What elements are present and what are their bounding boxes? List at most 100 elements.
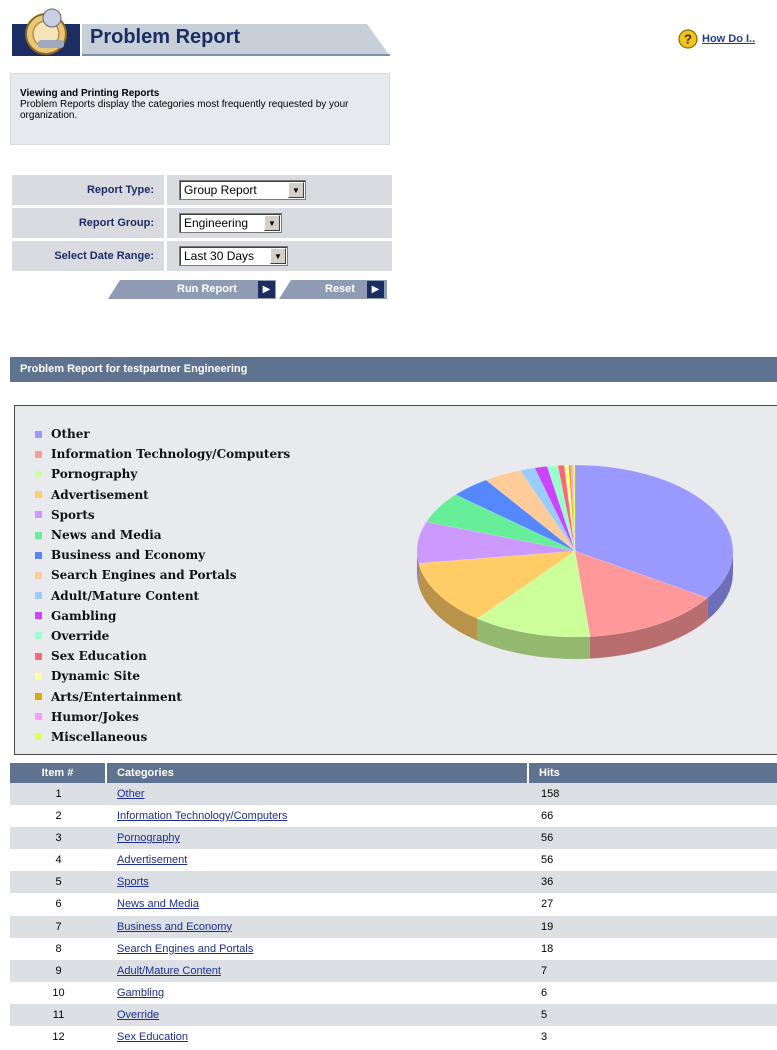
category-link[interactable]: Search Engines and Portals [117, 943, 253, 955]
cell-category: Override [107, 1004, 529, 1026]
legend-item: Miscellaneous [35, 727, 290, 747]
play-arrow-icon: ▶ [258, 281, 275, 298]
report-group-value: Engineering [184, 216, 249, 230]
cell-hits: 18 [541, 942, 554, 955]
category-link[interactable]: Pornography [117, 832, 180, 844]
cell-item-number: 4 [55, 854, 62, 867]
cell-category: Sports [107, 871, 529, 893]
legend-item: Sex Education [35, 646, 290, 666]
legend-swatch [35, 672, 42, 680]
cell-item-number: 5 [55, 876, 62, 889]
chevron-down-icon[interactable]: ▼ [264, 215, 280, 231]
header-hits: Hits [539, 767, 560, 779]
report-type-select[interactable]: Group Report ▼ [179, 180, 306, 200]
reset-button[interactable]: Reset ▶ [279, 280, 387, 299]
legend-swatch [35, 612, 42, 620]
legend-label: News and Media [51, 528, 162, 543]
page-title: Problem Report [90, 26, 241, 48]
table-row: 5 Sports 36 [10, 871, 777, 894]
chevron-down-icon[interactable]: ▼ [288, 182, 304, 198]
cell-category: Gambling [107, 982, 529, 1004]
legend-label: Business and Economy [51, 548, 206, 563]
legend-item: Arts/Entertainment [35, 686, 290, 706]
legend-label: Pornography [51, 467, 138, 482]
legend-item: Pornography [35, 464, 290, 484]
report-group-row: Report Group: Engineering ▼ [12, 208, 392, 238]
cell-category: Sex Education [107, 1026, 529, 1048]
cell-item-number: 10 [52, 986, 65, 999]
legend-item: Advertisement [35, 485, 290, 505]
legend-label: Sex Education [51, 649, 147, 664]
table-row: 7 Business and Economy 19 [10, 915, 777, 938]
legend-label: Sports [51, 507, 95, 522]
date-range-label: Select Date Range: [12, 241, 164, 271]
table-row: 6 News and Media 27 [10, 893, 777, 916]
play-arrow-icon: ▶ [367, 281, 384, 298]
report-group-label: Report Group: [12, 208, 164, 238]
table-row: 11 Override 5 [10, 1003, 777, 1027]
header-categories: Categories [107, 763, 529, 783]
date-range-select[interactable]: Last 30 Days ▼ [179, 246, 288, 266]
table-row: 1 Other 158 [10, 783, 777, 806]
legend-label: Other [51, 427, 90, 442]
chart-panel: Other Information Technology/Computers Por… [14, 405, 777, 755]
how-do-i-link[interactable]: ? How Do I.. [678, 28, 755, 50]
category-link[interactable]: Advertisement [117, 854, 187, 866]
cell-item-number: 2 [55, 810, 62, 823]
cell-hits: 66 [541, 810, 554, 823]
table-row: 8 Search Engines and Portals 18 [10, 937, 777, 960]
cell-hits: 56 [541, 832, 554, 845]
cell-category: News and Media [107, 893, 529, 915]
chevron-down-icon[interactable]: ▼ [270, 248, 286, 264]
report-type-label: Report Type: [12, 175, 164, 205]
legend-item: News and Media [35, 525, 290, 545]
table-row: 12 Sex Education 3 [10, 1026, 777, 1049]
legend-item: Information Technology/Computers [35, 444, 290, 464]
table-body: 1 Other 158 2 Information Technology/Compute… [10, 783, 777, 1049]
legend-swatch [35, 592, 42, 600]
chart-legend: Other Information Technology/Computers Por… [35, 424, 290, 747]
cell-hits: 19 [541, 920, 554, 933]
cell-item-number: 9 [55, 964, 62, 977]
info-box: Viewing and Printing Reports Problem Rep… [10, 73, 390, 145]
legend-item: Business and Economy [35, 545, 290, 565]
category-link[interactable]: Sports [117, 876, 149, 888]
legend-swatch [35, 693, 42, 701]
cell-category: Advertisement [107, 849, 529, 871]
legend-label: Arts/Entertainment [51, 689, 182, 704]
legend-swatch [35, 632, 42, 640]
cell-category: Pornography [107, 827, 529, 849]
report-group-select[interactable]: Engineering ▼ [179, 213, 282, 233]
category-link[interactable]: Sex Education [117, 1031, 188, 1043]
cell-category: Information Technology/Computers [107, 805, 529, 827]
legend-swatch [35, 511, 42, 519]
date-range-row: Select Date Range: Last 30 Days ▼ [12, 241, 392, 271]
cell-hits: 56 [541, 854, 554, 867]
table-row: 4 Advertisement 56 [10, 849, 777, 872]
category-link[interactable]: Adult/Mature Content [117, 965, 221, 977]
legend-swatch [35, 450, 42, 458]
legend-label: Dynamic Site [51, 669, 141, 684]
legend-swatch [35, 491, 42, 499]
category-link[interactable]: Information Technology/Computers [117, 810, 287, 822]
legend-label: Humor/Jokes [51, 709, 139, 724]
pie-chart [416, 464, 734, 659]
legend-item: Search Engines and Portals [35, 565, 290, 585]
category-link[interactable]: Override [117, 1009, 159, 1021]
legend-swatch [35, 430, 42, 438]
cell-item-number: 1 [55, 788, 62, 800]
category-link[interactable]: Gambling [117, 987, 164, 999]
legend-swatch [35, 470, 42, 478]
category-link[interactable]: Business and Economy [117, 921, 232, 933]
svg-text:?: ? [684, 32, 692, 47]
legend-label: Advertisement [51, 487, 149, 502]
category-link[interactable]: News and Media [117, 898, 199, 910]
cell-category: Business and Economy [107, 916, 529, 938]
how-do-i-label[interactable]: How Do I.. [702, 33, 755, 45]
legend-swatch [35, 551, 42, 559]
category-link[interactable]: Other [117, 788, 145, 800]
run-report-button[interactable]: Run Report ▶ [108, 280, 276, 299]
table-row: 2 Information Technology/Computers 66 [10, 805, 777, 828]
cell-hits: 5 [541, 1008, 548, 1021]
legend-item: Adult/Mature Content [35, 586, 290, 606]
